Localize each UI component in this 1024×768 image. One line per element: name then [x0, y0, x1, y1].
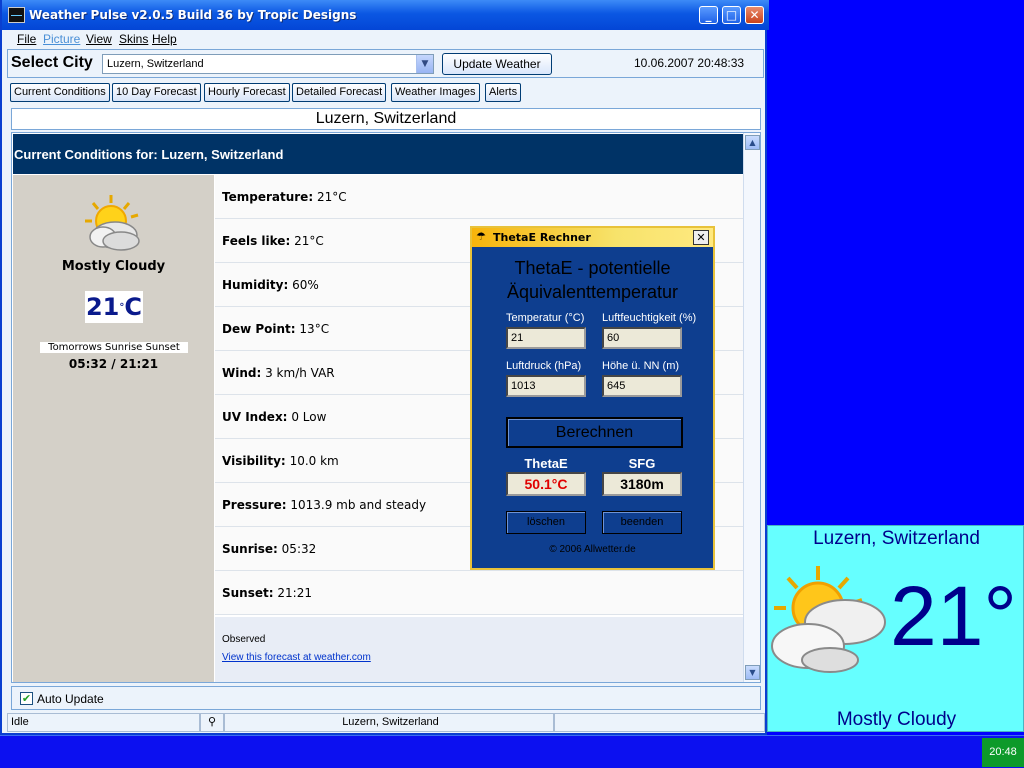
auto-update-label[interactable]: Auto Update — [37, 692, 104, 706]
humidity-label: Luftfeuchtigkeit (%) — [602, 312, 697, 324]
tab-10-day-forecast[interactable]: 10 Day Forecast — [112, 83, 201, 102]
chevron-down-icon[interactable]: ▼ — [416, 55, 433, 73]
status-extra — [554, 713, 765, 732]
satellite-icon: ⚲ — [200, 713, 224, 732]
close-button[interactable]: ✕ — [745, 6, 764, 24]
select-city-label: Select City — [11, 54, 93, 71]
temperature-input[interactable]: 21 — [506, 327, 586, 349]
observation-footer: Observed View this forecast at weather.c… — [215, 617, 743, 682]
update-weather-button[interactable]: Update Weather — [442, 53, 552, 75]
thetae-result-value: 50.1°C — [506, 472, 586, 496]
status-state: Idle — [7, 713, 200, 732]
altitude-label: Höhe ü. NN (m) — [602, 360, 680, 372]
dialog-heading-line1: ThetaE - potentielle — [514, 258, 671, 278]
sun-label: Tomorrows Sunrise Sunset — [40, 342, 188, 353]
conditions-header: Current Conditions for: Luzern, Switzerl… — [13, 134, 744, 174]
observed-label: Observed — [222, 634, 266, 645]
menu-view[interactable]: View — [86, 32, 112, 46]
scroll-up-icon[interactable]: ▲ — [745, 135, 760, 150]
scroll-down-icon[interactable]: ▼ — [745, 665, 760, 680]
widget-condition: Mostly Cloudy — [836, 709, 957, 730]
umbrella-icon: ☂ — [476, 230, 486, 243]
city-toolbar: Select City Luzern, Switzerland ▼ Update… — [7, 49, 764, 78]
city-dropdown[interactable]: Luzern, Switzerland ▼ — [102, 54, 434, 74]
menu-help[interactable]: Help — [152, 32, 177, 46]
vertical-scrollbar[interactable]: ▲ ▼ — [743, 133, 760, 682]
app-icon[interactable] — [8, 7, 25, 23]
dialog-title-bar[interactable]: ☂ ThetaE Rechner ✕ — [472, 228, 713, 247]
sfg-result-label: SFG — [628, 456, 656, 471]
menu-file[interactable]: File — [17, 32, 36, 46]
condition-text: Mostly Cloudy — [61, 259, 166, 274]
dialog-heading-line2: Äquivalenttemperatur — [506, 282, 679, 302]
city-dropdown-value: Luzern, Switzerland — [107, 58, 204, 70]
current-temperature: 21°C — [85, 291, 143, 323]
weather-widget[interactable]: Luzern, Switzerland 21° Mostly Cloudy — [767, 525, 1024, 732]
tab-alerts[interactable]: Alerts — [485, 83, 522, 102]
table-row: Temperature: 21°C — [215, 175, 743, 219]
widget-temperature: 21° — [890, 569, 1018, 663]
menu-skins[interactable]: Skins — [119, 32, 148, 46]
menu-picture: Picture — [43, 32, 81, 46]
thetae-dialog: ☂ ThetaE Rechner ✕ ThetaE - potentielle … — [470, 226, 715, 570]
datetime-display: 10.06.2007 20:48:33 — [634, 56, 745, 70]
tab-hourly-forecast[interactable]: Hourly Forecast — [204, 83, 290, 102]
exit-button[interactable]: beenden — [602, 511, 682, 534]
sun-times: 05:32 / 21:21 — [68, 357, 159, 371]
tab-current-conditions[interactable]: Current Conditions — [10, 83, 110, 102]
maximize-button[interactable]: □ — [722, 6, 741, 24]
summary-column: Mostly Cloudy 21°C Tomorrows Sunrise Sun… — [13, 175, 214, 682]
thetae-result-label: ThetaE — [524, 456, 568, 471]
calculate-button[interactable]: Berechnen — [506, 417, 683, 448]
partly-cloudy-icon — [85, 195, 140, 251]
dialog-close-button[interactable]: ✕ — [693, 230, 709, 245]
table-row: Sunset: 21:21 — [215, 571, 743, 615]
pressure-label: Luftdruck (hPa) — [506, 360, 582, 372]
location-header: Luzern, Switzerland — [11, 108, 761, 130]
clear-button[interactable]: löschen — [506, 511, 586, 534]
pressure-input[interactable]: 1013 — [506, 375, 586, 397]
menu-bar: File Picture View Skins Help — [4, 30, 765, 47]
taskbar: 20:48 — [0, 735, 1024, 768]
minimize-button[interactable]: _ — [699, 6, 718, 24]
status-city: Luzern, Switzerland — [224, 713, 554, 732]
tab-detailed-forecast[interactable]: Detailed Forecast — [292, 83, 387, 102]
humidity-input[interactable]: 60 — [602, 327, 682, 349]
tab-weather-images[interactable]: Weather Images — [391, 83, 480, 102]
altitude-input[interactable]: 645 — [602, 375, 682, 397]
dialog-copyright: © 2006 Allwetter.de — [549, 544, 636, 555]
widget-city: Luzern, Switzerland — [813, 528, 980, 549]
taskbar-clock[interactable]: 20:48 — [982, 738, 1024, 767]
sfg-result-value: 3180m — [602, 472, 682, 496]
partly-cloudy-icon — [771, 566, 886, 673]
status-bar: Idle ⚲ Luzern, Switzerland — [7, 713, 765, 732]
window-title: Weather Pulse v2.0.5 Build 36 by Tropic … — [29, 8, 357, 22]
weather-com-link[interactable]: View this forecast at weather.com — [222, 652, 371, 663]
temperature-label: Temperatur (°C) — [506, 312, 585, 324]
auto-update-checkbox[interactable]: ✔ — [20, 692, 33, 705]
title-bar[interactable]: Weather Pulse v2.0.5 Build 36 by Tropic … — [2, 0, 769, 30]
auto-update-bar: ✔ Auto Update — [11, 686, 761, 710]
dialog-title: ThetaE Rechner — [493, 231, 591, 244]
